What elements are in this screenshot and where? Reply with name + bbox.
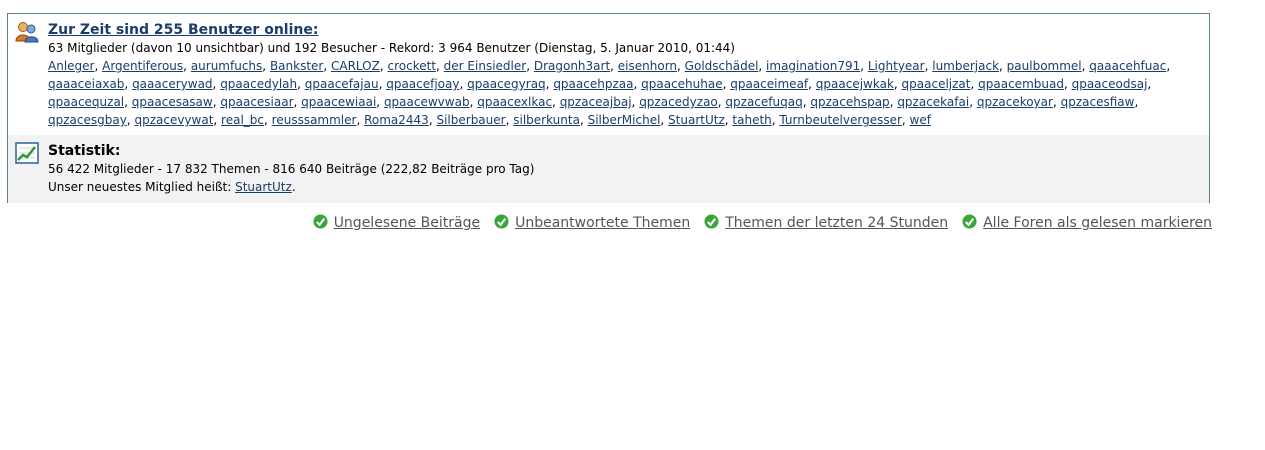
online-user-link[interactable]: lumberjack xyxy=(932,59,999,73)
online-user-link[interactable]: qpaacefajau xyxy=(305,77,379,91)
online-user-link[interactable]: qaaacerywad xyxy=(132,77,212,91)
statistics-section: Statistik: 56 422 Mitglieder - 17 832 Th… xyxy=(8,135,1209,203)
newest-member-line: Unser neuestes Mitglied heißt: StuartUtz… xyxy=(48,178,1203,196)
online-user-link[interactable]: qpaaceodsaj xyxy=(1072,77,1148,91)
online-user-link[interactable]: qpaacembuad xyxy=(978,77,1064,91)
online-user-link[interactable]: crockett xyxy=(388,59,437,73)
online-user-link[interactable]: qpzacesfiaw xyxy=(1061,95,1135,109)
online-user-link[interactable]: reusssammler xyxy=(272,113,357,127)
online-user-link[interactable]: qpaacejwkak xyxy=(816,77,894,91)
quick-links-bar: Ungelesene Beiträge Unbeantwortete Theme… xyxy=(313,213,1212,233)
online-user-link[interactable]: qaaacehfuac xyxy=(1089,59,1166,73)
online-user-link[interactable]: Bankster xyxy=(270,59,323,73)
online-user-link[interactable]: qpzacesgbay xyxy=(48,113,127,127)
board-info-box: Zur Zeit sind 255 Benutzer online: 63 Mi… xyxy=(7,13,1210,203)
online-user-link[interactable]: qpaaceimeaf xyxy=(730,77,808,91)
online-user-link[interactable]: SilberMichel xyxy=(588,113,661,127)
online-user-link[interactable]: Turnbeutelvergesser xyxy=(779,113,902,127)
online-user-link[interactable]: CARLOZ xyxy=(331,59,380,73)
newest-member-suffix: . xyxy=(291,180,296,194)
online-user-link[interactable]: Dragonh3art xyxy=(534,59,610,73)
online-user-link[interactable]: Argentiferous xyxy=(102,59,183,73)
quicklink-mark-read: Alle Foren als gelesen markieren xyxy=(962,213,1212,233)
online-user-link[interactable]: qpaacexlkac xyxy=(477,95,552,109)
online-user-link[interactable]: Roma2443 xyxy=(364,113,429,127)
online-user-link[interactable]: qpzacefuqaq xyxy=(725,95,802,109)
online-user-link[interactable]: real_bc xyxy=(221,113,264,127)
online-user-link[interactable]: Goldschädel xyxy=(685,59,759,73)
online-user-link[interactable]: Silberbauer xyxy=(436,113,505,127)
mark-all-read-link[interactable]: Alle Foren als gelesen markieren xyxy=(983,215,1212,231)
statistics-chart-icon xyxy=(15,142,39,164)
online-user-link[interactable]: qpaacefjoay xyxy=(386,77,459,91)
online-user-link[interactable]: qpaacequzal xyxy=(48,95,124,109)
online-user-link[interactable]: paulbommel xyxy=(1007,59,1082,73)
last-24h-topics-link[interactable]: Themen der letzten 24 Stunden xyxy=(725,215,948,231)
quicklink-unread: Ungelesene Beiträge xyxy=(313,213,480,233)
online-user-link[interactable]: Anleger xyxy=(48,59,94,73)
online-user-list: Anleger, Argentiferous, aurumfuchs, Bank… xyxy=(48,59,1171,127)
online-user-link[interactable]: qpzacehspap xyxy=(810,95,889,109)
online-user-link[interactable]: der Einsiedler xyxy=(444,59,527,73)
green-check-icon xyxy=(962,213,977,233)
online-user-link[interactable]: qpaacesasaw xyxy=(132,95,213,109)
quicklink-unanswered: Unbeantwortete Themen xyxy=(494,213,690,233)
online-users-section: Zur Zeit sind 255 Benutzer online: 63 Mi… xyxy=(8,14,1209,135)
quicklink-last24: Themen der letzten 24 Stunden xyxy=(704,213,948,233)
green-check-icon xyxy=(494,213,509,233)
online-user-link[interactable]: taheth xyxy=(732,113,771,127)
online-user-link[interactable]: qpzacekafai xyxy=(897,95,969,109)
statistics-title: Statistik: xyxy=(48,143,121,159)
statistics-counts: 56 422 Mitglieder - 17 832 Themen - 816 … xyxy=(48,162,535,176)
online-user-link[interactable]: qpaacehpzaa xyxy=(553,77,633,91)
green-check-icon xyxy=(704,213,719,233)
online-user-link[interactable]: qpaacewiaai xyxy=(301,95,376,109)
online-user-link[interactable]: qpaacegyraq xyxy=(467,77,546,91)
online-content: Zur Zeit sind 255 Benutzer online: 63 Mi… xyxy=(48,21,1203,129)
newest-member-link[interactable]: StuartUtz xyxy=(235,180,292,194)
online-user-link[interactable]: Lightyear xyxy=(868,59,925,73)
unanswered-topics-link[interactable]: Unbeantwortete Themen xyxy=(515,215,690,231)
online-user-link[interactable]: eisenhorn xyxy=(618,59,677,73)
statistics-content: Statistik: 56 422 Mitglieder - 17 832 Th… xyxy=(48,142,1203,196)
online-user-link[interactable]: qpzacekoyar xyxy=(977,95,1053,109)
online-user-link[interactable]: qpzaceajbaj xyxy=(560,95,632,109)
online-user-link[interactable]: qpaaceljzat xyxy=(902,77,971,91)
green-check-icon xyxy=(313,213,328,233)
online-summary: 63 Mitglieder (davon 10 unsichtbar) und … xyxy=(48,41,735,55)
online-title-link[interactable]: Zur Zeit sind 255 Benutzer online: xyxy=(48,22,318,38)
online-user-link[interactable]: silberkunta xyxy=(513,113,580,127)
online-user-link[interactable]: imagination791 xyxy=(766,59,860,73)
online-user-link[interactable]: qpaacehuhae xyxy=(641,77,722,91)
online-user-link[interactable]: StuartUtz xyxy=(668,113,725,127)
online-user-link[interactable]: qpaacewvwab xyxy=(384,95,470,109)
newest-member-prefix: Unser neuestes Mitglied heißt: xyxy=(48,180,236,194)
online-user-link[interactable]: wef xyxy=(910,113,931,127)
users-online-icon xyxy=(15,21,39,43)
online-user-link[interactable]: qpzacevywat xyxy=(134,113,213,127)
online-user-link[interactable]: aurumfuchs xyxy=(191,59,262,73)
unread-posts-link[interactable]: Ungelesene Beiträge xyxy=(334,215,480,231)
online-user-link[interactable]: qpzacedyzao xyxy=(639,95,718,109)
online-user-link[interactable]: qpaacesiaar xyxy=(220,95,293,109)
online-user-link[interactable]: qpaacedylah xyxy=(220,77,297,91)
online-user-link[interactable]: qaaaceiaxab xyxy=(48,77,124,91)
